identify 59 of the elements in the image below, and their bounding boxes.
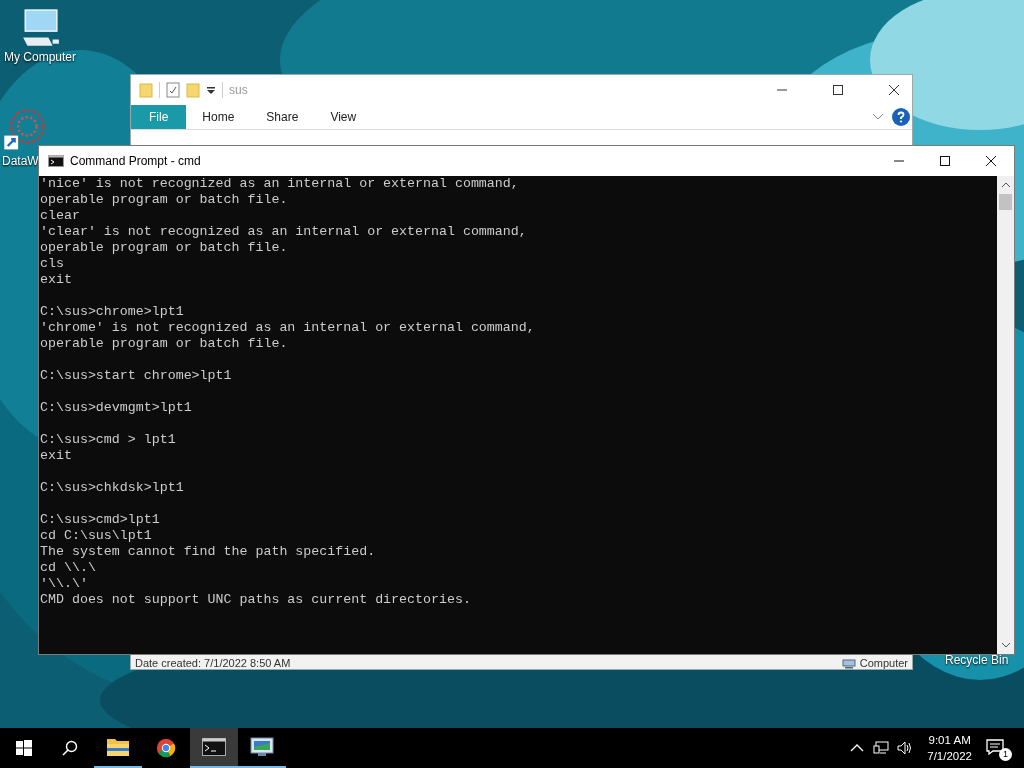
console-line: cls [40,256,65,272]
console-line: exit [40,448,73,464]
taskbar-button[interactable] [190,728,238,768]
volume-icon[interactable] [897,741,914,755]
console-icon [48,155,64,167]
folder-icon [106,737,130,757]
console-icon [202,737,226,757]
console-line: 'nice' is not recognized as an internal or external command, [40,176,520,192]
console-line: C:\sus>chrome>lpt1 [40,304,185,320]
console-line: exit [40,272,73,288]
console-line: C:\sus>cmd>lpt1 [40,512,161,528]
windows-start-icon[interactable] [16,740,32,756]
notifications-icon[interactable] [986,739,1004,755]
location-text: Computer [859,657,908,669]
folder-icon [139,82,153,98]
ribbon-tab[interactable]: Home [186,105,251,129]
console-line: operable program or batch file. [40,192,289,208]
scrollbar[interactable] [997,176,1014,654]
ribbon-tab[interactable]: Share [250,105,315,129]
clock-date[interactable]: 7/1/2022 [927,748,972,764]
computer-icon [841,659,856,669]
status-text: Date created: 7/1/2022 8:50 AM [135,657,291,669]
console-line: operable program or batch file. [40,336,289,352]
console-line: C:\sus>chkdsk>lpt1 [40,480,185,496]
window-title: Command Prompt - cmd [70,154,201,168]
chevron-down-icon[interactable] [872,113,884,121]
console-line: C:\sus>devmgmt>lpt1 [40,400,193,416]
console-line: 'clear' is not recognized as an internal or external command, [40,224,528,240]
console-line: cd \\.\ [40,560,97,576]
desktop-icon-label: Recycle Bin [945,653,1009,667]
scroll-down-icon[interactable] [1000,642,1011,648]
console-line: clear [40,208,81,224]
search-icon[interactable] [62,740,78,756]
window-title: sus [229,83,248,97]
console-line: cd C:\sus\lpt1 [40,528,153,544]
console-line: The system cannot find the path specified. [40,544,377,560]
scroll-thumb[interactable] [999,194,1012,210]
desktop-icon-label: DataW [2,154,39,168]
notification-count-badge: 1 [999,748,1012,761]
console-line: operable program or batch file. [40,240,289,256]
network-icon[interactable] [873,741,890,755]
monitor-icon [250,737,274,757]
desktop-icon-label: My Computer [4,50,76,64]
console-line: 'chrome' is not recognized as an internal or external command, [40,320,536,336]
console-line: C:\sus>start chrome>lpt1 [40,368,233,384]
maximize-icon[interactable] [832,84,844,96]
properties-icon[interactable] [166,82,180,98]
ribbon-tab[interactable]: View [314,105,373,129]
scroll-up-icon[interactable] [1000,182,1011,188]
close-icon[interactable] [888,84,900,96]
console-line: C:\sus>cmd > lpt1 [40,432,177,448]
dropdown-icon[interactable] [206,85,216,95]
clock-time[interactable]: 9:01 AM [928,732,971,748]
console-line: '\\.\' [40,576,89,592]
close-icon[interactable] [985,155,997,167]
console-line: CMD does not support UNC paths as current directories. [40,592,472,608]
help-icon[interactable] [892,108,910,126]
browser-icon [154,738,178,758]
maximize-icon[interactable] [939,155,951,167]
